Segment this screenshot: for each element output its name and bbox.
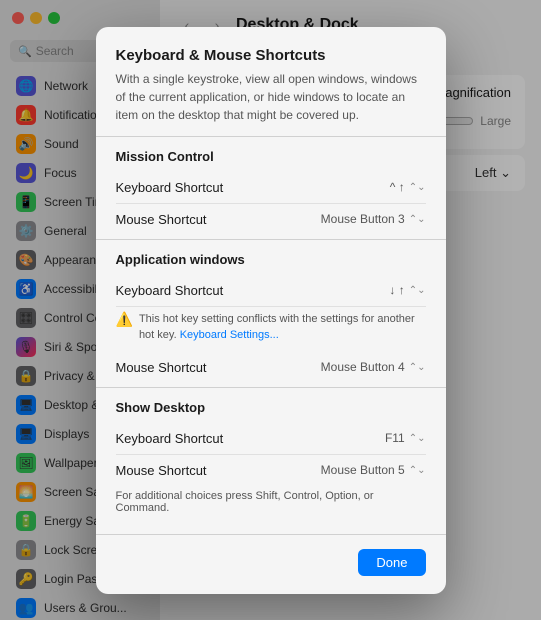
stepper-icon-2-0: ⌃⌄ — [409, 433, 426, 444]
section-title-2: Show Desktop — [116, 400, 426, 415]
shortcut-value-2-1[interactable]: Mouse Button 5 ⌃⌄ — [321, 463, 426, 477]
modal-overlay: Keyboard & Mouse Shortcuts With a single… — [0, 0, 541, 620]
shortcut-row-2-0: Keyboard Shortcut F11 ⌃⌄ — [116, 423, 426, 455]
done-button[interactable]: Done — [358, 549, 425, 576]
warning-text: This hot key setting conflicts with the … — [139, 311, 426, 344]
section-title-1: Application windows — [116, 252, 426, 267]
modal-section-2: Show Desktop Keyboard Shortcut F11 ⌃⌄ Mouse… — [96, 388, 446, 490]
stepper-icon-0-0: ⌃⌄ — [409, 182, 426, 193]
shortcut-row-0-1: Mouse Shortcut Mouse Button 3 ⌃⌄ — [116, 204, 426, 235]
modal-title: Keyboard & Mouse Shortcuts — [116, 47, 426, 64]
section-title-0: Mission Control — [116, 149, 426, 164]
modal-section-1: Application windows Keyboard Shortcut ↓ ↑ … — [96, 240, 446, 387]
stepper-icon-2-1: ⌃⌄ — [409, 465, 426, 476]
shortcut-row-0-0: Keyboard Shortcut ^ ↑ ⌃⌄ — [116, 172, 426, 204]
modal-dialog: Keyboard & Mouse Shortcuts With a single… — [96, 27, 446, 594]
keyboard-settings-link[interactable]: Keyboard Settings... — [180, 329, 279, 341]
shortcut-value-0-1[interactable]: Mouse Button 3 ⌃⌄ — [321, 212, 426, 226]
shortcut-label-2-0: Keyboard Shortcut — [116, 431, 224, 446]
warning-row-1-0: ⚠️ This hot key setting conflicts with th… — [116, 307, 426, 352]
shortcut-row-2-1: Mouse Shortcut Mouse Button 5 ⌃⌄ — [116, 455, 426, 486]
shortcut-value-1-0[interactable]: ↓ ↑ ⌃⌄ — [389, 283, 425, 297]
stepper-icon-0-1: ⌃⌄ — [409, 214, 426, 225]
shortcut-value-0-0[interactable]: ^ ↑ ⌃⌄ — [390, 180, 426, 194]
shortcut-value-1-1[interactable]: Mouse Button 4 ⌃⌄ — [321, 360, 426, 374]
modal-header: Keyboard & Mouse Shortcuts With a single… — [96, 27, 446, 136]
footer-note: For additional choices press Shift, Cont… — [96, 490, 446, 526]
warning-icon: ⚠️ — [116, 311, 133, 328]
shortcut-label-1-1: Mouse Shortcut — [116, 360, 207, 375]
modal-subtitle: With a single keystroke, view all open w… — [116, 70, 426, 124]
modal-footer: Done — [96, 534, 446, 594]
shortcut-label-1-0: Keyboard Shortcut — [116, 283, 224, 298]
shortcut-label-0-1: Mouse Shortcut — [116, 212, 207, 227]
shortcut-label-0-0: Keyboard Shortcut — [116, 180, 224, 195]
stepper-icon-1-1: ⌃⌄ — [409, 362, 426, 373]
shortcut-value-2-0[interactable]: F11 ⌃⌄ — [385, 431, 426, 445]
shortcut-row-1-0: Keyboard Shortcut ↓ ↑ ⌃⌄ — [116, 275, 426, 307]
shortcut-row-1-1: Mouse Shortcut Mouse Button 4 ⌃⌄ — [116, 352, 426, 383]
stepper-icon-1-0: ⌃⌄ — [409, 285, 426, 296]
shortcut-label-2-1: Mouse Shortcut — [116, 463, 207, 478]
modal-section-0: Mission Control Keyboard Shortcut ^ ↑ ⌃⌄ Mo… — [96, 137, 446, 239]
